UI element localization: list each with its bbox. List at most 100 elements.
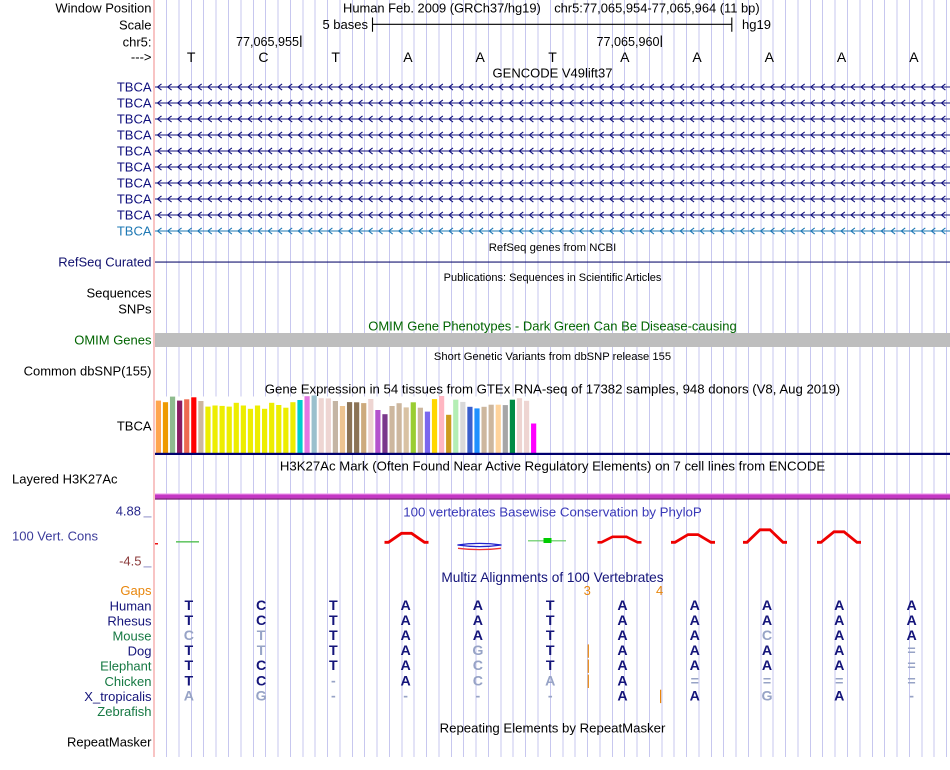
svg-text:A: A — [617, 688, 627, 704]
svg-text:chr5:: chr5: — [123, 35, 152, 50]
svg-text:Repeating Elements by RepeatMa: Repeating Elements by RepeatMasker — [440, 721, 666, 736]
svg-text:C: C — [256, 658, 266, 674]
svg-text:-: - — [909, 688, 914, 704]
svg-text:chr5:77,065,954-77,065,964 (11: chr5:77,065,954-77,065,964 (11 bp) — [554, 1, 759, 16]
svg-text:--->: ---> — [131, 50, 152, 65]
svg-text:A: A — [617, 628, 627, 644]
svg-text:C: C — [473, 673, 483, 689]
svg-text:Multiz Alignments of 100 Verte: Multiz Alignments of 100 Vertebrates — [441, 570, 663, 585]
svg-text:Mouse: Mouse — [112, 629, 151, 644]
svg-text:A: A — [401, 673, 411, 689]
svg-text:TBCA: TBCA — [117, 419, 152, 434]
svg-text:T: T — [548, 49, 557, 65]
svg-text:4: 4 — [656, 583, 663, 598]
svg-text:A: A — [617, 673, 627, 689]
svg-text:A: A — [909, 49, 919, 65]
svg-text:G: G — [761, 688, 772, 704]
svg-text:G: G — [472, 643, 483, 659]
svg-text:T: T — [185, 598, 194, 614]
svg-text:T: T — [185, 613, 194, 629]
svg-text:TBCA: TBCA — [117, 96, 152, 111]
svg-text:Window Position: Window Position — [55, 1, 151, 16]
svg-text:A: A — [617, 613, 627, 629]
svg-text:T: T — [187, 49, 196, 65]
svg-text:Layered H3K27Ac: Layered H3K27Ac — [12, 472, 118, 487]
svg-text:T: T — [329, 598, 338, 614]
svg-text:Human: Human — [110, 598, 152, 613]
svg-text:C: C — [256, 613, 266, 629]
svg-text:C: C — [762, 628, 772, 644]
svg-text:A: A — [473, 613, 483, 629]
svg-text:RepeatMasker: RepeatMasker — [67, 735, 152, 750]
svg-text:A: A — [906, 598, 916, 614]
svg-text:5 bases: 5 bases — [322, 17, 368, 32]
svg-text:A: A — [401, 613, 411, 629]
svg-text:RefSeq Curated: RefSeq Curated — [58, 255, 151, 270]
svg-text:A: A — [617, 598, 627, 614]
svg-text:A: A — [690, 688, 700, 704]
svg-text:T: T — [546, 658, 555, 674]
svg-text:T: T — [329, 613, 338, 629]
svg-text:Zebrafish: Zebrafish — [97, 704, 151, 719]
svg-text:A: A — [545, 673, 555, 689]
svg-text:=: = — [691, 673, 699, 689]
svg-text:T: T — [257, 628, 266, 644]
svg-text:A: A — [617, 658, 627, 674]
svg-text:A: A — [476, 49, 486, 65]
svg-text:Chicken: Chicken — [105, 674, 152, 689]
svg-text:Sequences: Sequences — [86, 286, 152, 301]
svg-text:A: A — [401, 643, 411, 659]
svg-text:TBCA: TBCA — [117, 144, 152, 159]
svg-text:T: T — [546, 628, 555, 644]
svg-text:A: A — [837, 49, 847, 65]
svg-text:A: A — [834, 643, 844, 659]
svg-text:A: A — [834, 628, 844, 644]
svg-text:hg19: hg19 — [742, 17, 771, 32]
svg-text:A: A — [834, 613, 844, 629]
svg-text:T: T — [329, 658, 338, 674]
svg-text:A: A — [473, 628, 483, 644]
svg-text:4.88: 4.88 — [116, 504, 141, 519]
svg-text:A: A — [401, 658, 411, 674]
svg-text:T: T — [546, 613, 555, 629]
svg-text:A: A — [834, 598, 844, 614]
svg-text:Publications: Sequences in Sci: Publications: Sequences in Scientific Ar… — [444, 272, 662, 284]
svg-text:Elephant: Elephant — [100, 659, 152, 674]
svg-text:RefSeq genes from NCBI: RefSeq genes from NCBI — [489, 242, 616, 254]
svg-text:C: C — [258, 49, 268, 65]
svg-text:OMIM Gene Phenotypes - Dark Gr: OMIM Gene Phenotypes - Dark Green Can Be… — [368, 319, 737, 334]
svg-text:-: - — [476, 688, 481, 704]
svg-text:T: T — [329, 643, 338, 659]
svg-text:Scale: Scale — [119, 18, 152, 33]
svg-text:A: A — [690, 598, 700, 614]
svg-text:=: = — [907, 658, 915, 674]
svg-text:SNPs: SNPs — [118, 302, 152, 317]
svg-text:C: C — [256, 673, 266, 689]
svg-text:TBCA: TBCA — [117, 192, 152, 207]
svg-text:-: - — [548, 688, 553, 704]
svg-text:A: A — [765, 49, 775, 65]
svg-text:H3K27Ac Mark (Often Found Near: H3K27Ac Mark (Often Found Near Active Re… — [280, 459, 826, 474]
svg-text:A: A — [906, 613, 916, 629]
svg-text:=: = — [835, 673, 843, 689]
svg-text:-: - — [331, 673, 336, 689]
svg-text:3: 3 — [584, 583, 591, 598]
svg-text:TBCA: TBCA — [117, 112, 152, 127]
svg-text:A: A — [834, 688, 844, 704]
svg-text:A: A — [690, 643, 700, 659]
svg-text:OMIM Genes: OMIM Genes — [74, 333, 152, 348]
svg-text:-: - — [331, 688, 336, 704]
svg-text:A: A — [690, 613, 700, 629]
svg-text:-: - — [403, 688, 408, 704]
svg-text:T: T — [185, 643, 194, 659]
svg-text:T: T — [546, 598, 555, 614]
svg-text:T: T — [185, 673, 194, 689]
svg-text:TBCA: TBCA — [117, 176, 152, 191]
svg-text:C: C — [256, 598, 266, 614]
svg-text:77,065,960: 77,065,960 — [596, 35, 659, 49]
svg-text:77,065,955: 77,065,955 — [236, 35, 299, 49]
svg-text:Gene Expression in 54 tissues: Gene Expression in 54 tissues from GTEx … — [265, 382, 840, 397]
svg-text:T: T — [257, 643, 266, 659]
svg-text:TBCA: TBCA — [117, 80, 152, 95]
svg-text:T: T — [331, 49, 340, 65]
